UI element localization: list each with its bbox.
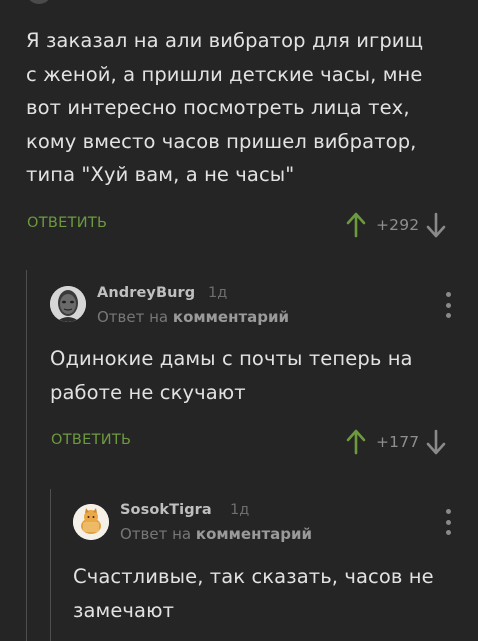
username[interactable]: AndreyBurg (97, 285, 195, 301)
more-vertical-icon[interactable] (441, 509, 455, 535)
reply-to-prefix: Ответ на (97, 308, 169, 326)
upvote-arrow-icon[interactable] (346, 212, 366, 238)
username[interactable]: SosokTigra (120, 502, 212, 518)
downvote-arrow-icon[interactable] (426, 212, 446, 238)
reply-to-info: Ответ на комментарий (120, 525, 312, 543)
reply-button[interactable]: ОТВЕТИТЬ (51, 432, 131, 448)
reply-button[interactable]: ОТВЕТИТЬ (27, 215, 107, 231)
comment-text: Счастливые, так сказать, часов не замеча… (73, 565, 434, 622)
reply-to-info: Ответ на комментарий (97, 308, 289, 326)
thread-line (26, 270, 27, 641)
vote-controls: +177 (346, 427, 446, 457)
avatar[interactable] (73, 504, 109, 540)
user-avatar-image (73, 504, 109, 540)
timestamp: 1д (230, 502, 250, 518)
vote-controls: +292 (346, 210, 446, 240)
reply-to-link[interactable]: комментарий (196, 525, 312, 543)
reply-to-prefix: Ответ на (120, 525, 192, 543)
rating-count: +177 (376, 433, 420, 451)
more-vertical-icon[interactable] (441, 292, 455, 318)
avatar[interactable] (50, 286, 86, 322)
comment-text: Одинокие дамы с почты теперь на работе н… (50, 347, 413, 404)
thread-line (50, 489, 51, 641)
timestamp: 1д (208, 285, 228, 301)
avatar-partial (26, 0, 52, 4)
upvote-arrow-icon[interactable] (346, 429, 366, 455)
comment-text: Я заказал на али вибратор для игрищ с же… (26, 29, 424, 187)
reply-to-link[interactable]: комментарий (173, 308, 289, 326)
rating-count: +292 (376, 216, 420, 234)
user-avatar-image (50, 286, 86, 322)
downvote-arrow-icon[interactable] (426, 429, 446, 455)
